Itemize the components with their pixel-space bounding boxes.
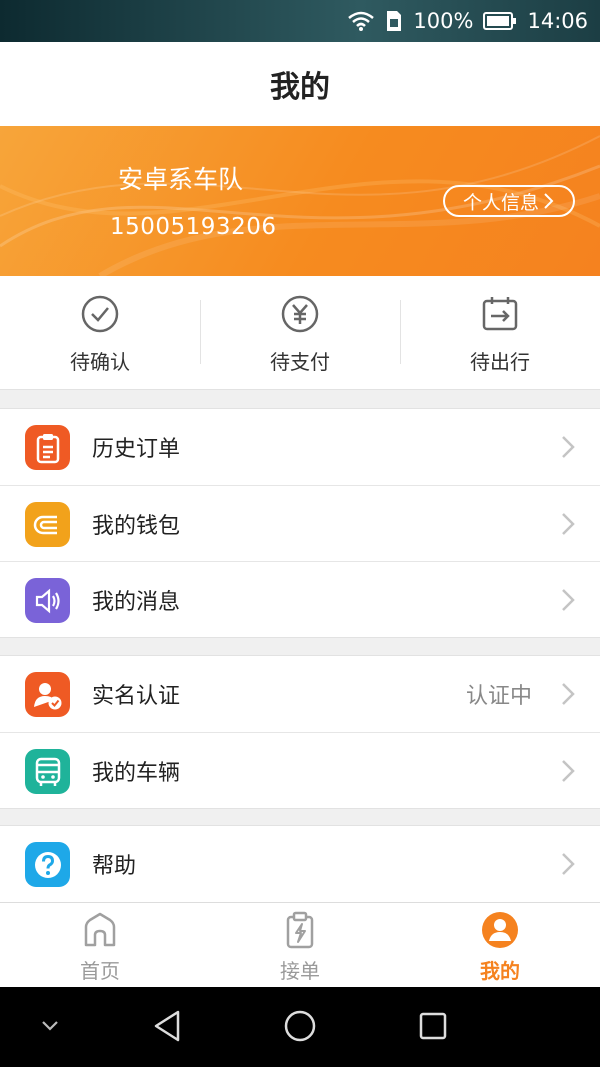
menu-history-orders[interactable]: 历史订单 xyxy=(0,409,600,485)
home-icon xyxy=(84,912,116,947)
battery-icon xyxy=(483,11,517,31)
chevron-right-icon xyxy=(562,760,575,782)
yuan-circle-icon xyxy=(281,295,319,333)
help-icon xyxy=(25,842,70,887)
chevron-right-icon xyxy=(562,513,575,535)
chevron-down-icon[interactable] xyxy=(40,1019,60,1033)
menu-help[interactable]: 帮助 xyxy=(0,826,600,902)
menu-label: 我的消息 xyxy=(92,589,181,615)
order-status-bar: 待确认 待支付 待出行 xyxy=(0,276,600,390)
menu-my-messages[interactable]: 我的消息 xyxy=(0,561,600,637)
menu-group-help: 帮助 xyxy=(0,825,600,903)
wallet-icon xyxy=(25,502,70,547)
chevron-right-icon xyxy=(562,589,575,611)
menu-real-name-auth[interactable]: 实名认证 认证中 xyxy=(0,656,600,732)
tab-home[interactable]: 首页 xyxy=(0,903,200,987)
page-title: 我的 xyxy=(0,42,600,126)
auth-status-text: 认证中 xyxy=(465,684,532,709)
quick-label: 待出行 xyxy=(470,350,530,374)
menu-label: 我的钱包 xyxy=(92,513,181,539)
chevron-right-icon xyxy=(544,193,554,209)
tab-orders[interactable]: 接单 xyxy=(200,903,400,987)
personal-info-button[interactable]: 个人信息 xyxy=(443,185,575,217)
user-icon xyxy=(482,912,518,948)
menu-label: 历史订单 xyxy=(92,437,181,462)
menu-my-vehicles[interactable]: 我的车辆 xyxy=(0,732,600,808)
quick-pending-payment[interactable]: 待支付 xyxy=(200,276,400,389)
sim-card-icon xyxy=(385,10,403,32)
home-circle-icon[interactable] xyxy=(283,1009,317,1043)
menu-my-wallet[interactable]: 我的钱包 xyxy=(0,485,600,561)
profile-name: 安卓系车队 xyxy=(118,165,244,194)
chevron-right-icon xyxy=(562,436,575,458)
personal-info-label: 个人信息 xyxy=(462,191,539,214)
profile-phone: 15005193206 xyxy=(110,214,277,240)
quick-pending-trip[interactable]: 待出行 xyxy=(400,276,600,389)
status-time: 14:06 xyxy=(527,9,588,33)
bottom-tab-bar: 首页 接单 我的 xyxy=(0,902,600,987)
status-bar: 100% 14:06 xyxy=(0,0,600,42)
chevron-right-icon xyxy=(562,853,575,875)
menu-label: 帮助 xyxy=(92,854,137,879)
tab-mine[interactable]: 我的 xyxy=(400,903,600,987)
profile-banner: 安卓系车队 15005193206 个人信息 xyxy=(0,126,600,276)
recents-square-icon[interactable] xyxy=(418,1011,448,1041)
quick-pending-confirm[interactable]: 待确认 xyxy=(0,276,200,389)
wifi-icon xyxy=(347,10,375,32)
clipboard-bolt-icon xyxy=(286,911,314,949)
menu-group-orders: 历史订单 我的钱包 我的消息 xyxy=(0,408,600,638)
battery-percent: 100% xyxy=(413,9,474,33)
quick-label: 待确认 xyxy=(70,350,130,374)
bus-icon xyxy=(25,749,70,794)
calendar-arrow-icon xyxy=(482,297,518,331)
check-circle-icon xyxy=(81,295,119,333)
tab-label: 接单 xyxy=(280,959,320,983)
chevron-right-icon xyxy=(562,683,575,705)
clipboard-icon xyxy=(25,425,70,470)
menu-label: 实名认证 xyxy=(92,684,181,709)
back-icon[interactable] xyxy=(152,1009,182,1043)
tab-label: 首页 xyxy=(80,959,120,983)
user-verified-icon xyxy=(25,672,70,717)
quick-label: 待支付 xyxy=(270,350,330,374)
menu-label: 我的车辆 xyxy=(92,760,181,786)
menu-group-identity: 实名认证 认证中 我的车辆 xyxy=(0,655,600,809)
tab-label: 我的 xyxy=(480,959,520,983)
system-nav-bar xyxy=(0,987,600,1067)
speaker-icon xyxy=(25,578,70,623)
